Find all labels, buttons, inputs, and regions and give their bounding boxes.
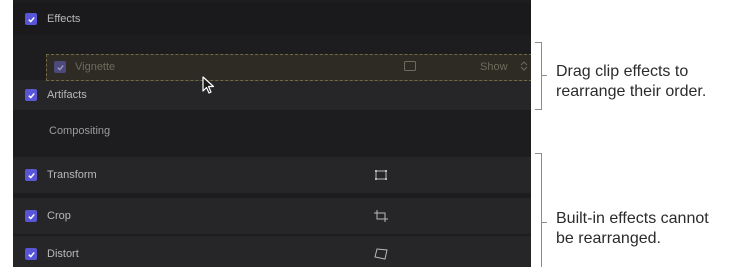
chevron-updown-icon (520, 61, 528, 71)
help-illustration: Effects Artifacts Compositing Transform (0, 0, 756, 267)
builtin-callout-line1: Built-in effects cannot (556, 210, 709, 227)
effect-label-crop: Crop (47, 210, 71, 222)
video-inspector-panel: Effects Artifacts Compositing Transform (13, 0, 531, 267)
effects-header-label: Effects (47, 13, 81, 25)
drag-callout-text: Drag clip effects to rearrange their ord… (556, 62, 706, 102)
checkmark-icon (27, 213, 35, 220)
pointer-cursor-icon (202, 76, 215, 94)
drag-callout-bracket (535, 42, 542, 110)
checkmark-icon (27, 172, 35, 179)
builtin-callout-leader (541, 222, 547, 223)
effects-header-row[interactable]: Effects (13, 3, 531, 35)
dragged-effect-label: Vignette (75, 61, 116, 73)
dragged-effect-checkbox (54, 61, 66, 73)
crop-checkbox[interactable] (25, 210, 37, 222)
artifacts-checkbox[interactable] (25, 89, 37, 101)
compositing-section-header[interactable]: Compositing (13, 115, 531, 147)
effects-checkbox[interactable] (25, 13, 37, 25)
drag-callout-line1: Drag clip effects to (556, 63, 689, 80)
checkmark-icon (27, 251, 35, 258)
checkmark-icon (27, 16, 35, 23)
transform-checkbox[interactable] (25, 169, 37, 181)
dragged-effect-row[interactable]: Vignette Show (46, 54, 531, 81)
effect-row-distort[interactable]: Distort (13, 236, 531, 267)
drag-callout-line2: rearrange their order. (556, 83, 707, 100)
effect-label-artifacts: Artifacts (47, 89, 87, 101)
checkmark-icon (56, 64, 64, 71)
builtin-callout-text: Built-in effects cannot be rearranged. (556, 209, 709, 249)
distort-icon[interactable] (374, 248, 388, 260)
crop-icon[interactable] (374, 210, 388, 222)
checkmark-icon (27, 92, 35, 99)
effect-row-transform[interactable]: Transform (13, 157, 531, 193)
builtin-callout-bracket (535, 153, 542, 267)
rectangle-icon (404, 61, 416, 71)
distort-checkbox[interactable] (25, 248, 37, 260)
effect-label-distort: Distort (47, 248, 79, 260)
transform-icon[interactable] (374, 169, 388, 181)
builtin-callout-line2: be rearranged. (556, 230, 661, 247)
effect-row-artifacts[interactable]: Artifacts (13, 80, 531, 110)
compositing-section-title: Compositing (49, 125, 111, 137)
dragged-effect-option: Show (480, 61, 508, 73)
effect-label-transform: Transform (47, 169, 97, 181)
effect-row-crop[interactable]: Crop (13, 198, 531, 234)
drag-callout-leader (541, 75, 547, 76)
